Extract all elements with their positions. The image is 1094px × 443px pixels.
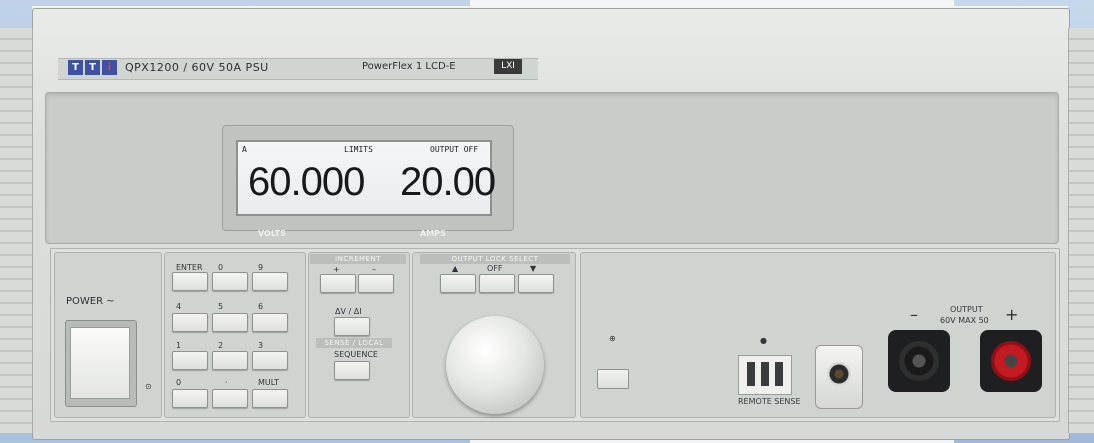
key-dot[interactable]	[212, 389, 248, 408]
key-9-label: 9	[258, 263, 264, 272]
power-indicator-icon: ⊙	[145, 382, 152, 391]
brand-letter: T	[85, 60, 100, 75]
brand-logo: T T i	[68, 60, 117, 75]
lcd-display: A LIMITS OUTPUT OFF 60.000 20.00	[236, 140, 496, 216]
remote-sense-label: REMOTE SENSE	[738, 397, 801, 406]
powerflex-extra: LCD-E	[425, 61, 456, 72]
output-spec: 60V MAX 50	[940, 316, 989, 325]
up-label: ▲	[452, 264, 459, 273]
key-5-label: 5	[218, 302, 224, 311]
power-rocker[interactable]	[70, 327, 130, 399]
key-2-label: 2	[218, 341, 224, 350]
sense-dot-icon: ●	[760, 336, 767, 345]
key-enter[interactable]	[172, 272, 208, 291]
plus-sign: +	[1005, 305, 1019, 324]
key-4-label: 4	[176, 302, 182, 311]
rotary-knob[interactable]	[446, 316, 544, 414]
key-mult-label: MULT	[258, 378, 279, 387]
key-4[interactable]	[172, 313, 208, 332]
key-0-label: 0	[218, 263, 224, 272]
increment-title: INCREMENT	[310, 254, 406, 264]
sense-slot	[761, 362, 769, 386]
delta-button[interactable]	[334, 317, 370, 336]
remote-sense-connector[interactable]	[738, 355, 792, 395]
ground-terminal[interactable]	[815, 345, 863, 409]
key-6[interactable]	[252, 313, 288, 332]
key-3-label: 3	[258, 341, 264, 350]
sense-title: SENSE / LOCAL	[316, 338, 392, 348]
voltage-readout: 60.000	[248, 160, 365, 204]
down-label: ▼	[530, 264, 537, 273]
lxi-badge: LXI	[494, 59, 522, 74]
off-label: OFF	[487, 264, 503, 273]
power-label: POWER ~	[66, 296, 115, 307]
sense-button[interactable]	[597, 369, 629, 389]
sequence-label: SEQUENCE	[334, 350, 378, 359]
sense-slot	[747, 362, 755, 386]
display-panel	[45, 92, 1059, 244]
increment-minus-button[interactable]	[358, 274, 394, 293]
powerflex-text: PowerFlex 1	[362, 61, 423, 72]
key-1[interactable]	[172, 351, 208, 370]
sequence-button[interactable]	[334, 361, 370, 380]
down-button[interactable]	[518, 274, 554, 293]
sense-indicator-icon: ⊕	[609, 334, 616, 343]
current-readout: 20.00	[400, 160, 496, 204]
key-1-label: 1	[176, 341, 182, 350]
powerflex-label: PowerFlex 1 LCD-E	[362, 61, 456, 72]
output-status: OUTPUT OFF	[430, 145, 479, 154]
mode-indicator: A	[242, 145, 247, 154]
key-2[interactable]	[212, 351, 248, 370]
voltage-unit-label: VOLTS	[258, 229, 286, 238]
key-0-bottom[interactable]	[172, 389, 208, 408]
brand-letter: i	[102, 60, 117, 75]
key-0[interactable]	[212, 272, 248, 291]
power-switch[interactable]	[65, 320, 137, 407]
key-5[interactable]	[212, 313, 248, 332]
left-rack-rail	[0, 28, 33, 433]
minus-label: –	[372, 265, 376, 274]
up-button[interactable]	[440, 274, 476, 293]
key-9[interactable]	[252, 272, 288, 291]
minus-sign: –	[910, 305, 918, 324]
key-dot-label: ·	[225, 378, 228, 387]
key-6-label: 6	[258, 302, 264, 311]
increment-plus-button[interactable]	[320, 274, 356, 293]
off-button[interactable]	[479, 274, 515, 293]
brand-letter: T	[68, 60, 83, 75]
positive-terminal-post	[991, 341, 1031, 381]
output-lock-title: OUTPUT LOCK SELECT	[420, 254, 570, 264]
plus-label: +	[333, 265, 340, 274]
negative-terminal[interactable]	[888, 330, 950, 392]
output-label: OUTPUT	[950, 305, 983, 314]
sense-slot	[775, 362, 783, 386]
key-mult[interactable]	[252, 389, 288, 408]
product-photo: T T i QPX1200 / 60V 50A PSU PowerFlex 1 …	[0, 0, 1094, 443]
current-unit-label: AMPS	[420, 229, 446, 238]
limits-status: LIMITS	[344, 145, 373, 154]
key-enter-label: ENTER	[176, 263, 203, 272]
model-label: QPX1200 / 60V 50A PSU	[125, 61, 269, 74]
positive-terminal[interactable]	[980, 330, 1042, 392]
negative-terminal-post	[899, 341, 939, 381]
delta-label: ΔV / ΔI	[335, 307, 362, 316]
ground-terminal-core	[827, 362, 851, 386]
key-3[interactable]	[252, 351, 288, 370]
key-0b-label: 0	[176, 378, 182, 387]
right-rack-rail	[1068, 28, 1094, 433]
